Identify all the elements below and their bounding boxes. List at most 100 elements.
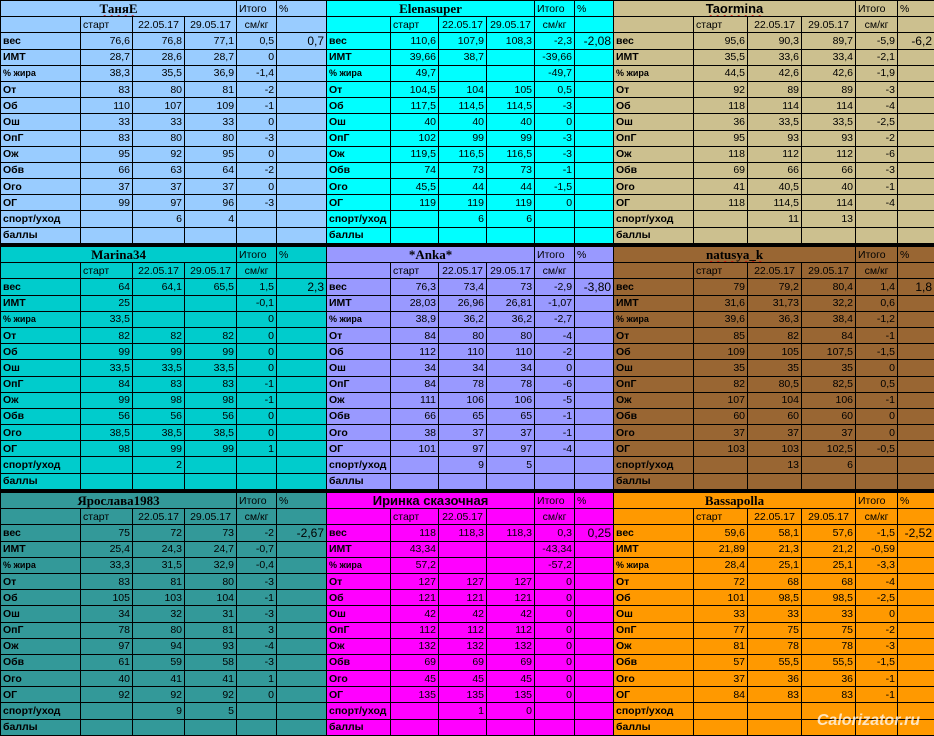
row-label[interactable]: ОГ xyxy=(613,686,694,704)
value-cell[interactable]: -2,1 xyxy=(855,48,898,66)
value-cell[interactable]: 97 xyxy=(485,440,536,458)
value-cell[interactable]: 110,6 xyxy=(390,32,439,50)
value-cell[interactable] xyxy=(276,161,328,180)
value-cell[interactable]: 80 xyxy=(132,621,185,639)
value-cell[interactable]: 106 xyxy=(485,391,536,409)
value-cell[interactable]: 0 xyxy=(236,326,278,345)
column-header[interactable]: см/кг xyxy=(236,508,278,526)
value-cell[interactable]: 33,5 xyxy=(80,310,133,328)
value-cell[interactable]: -3 xyxy=(236,129,278,147)
value-cell[interactable] xyxy=(236,472,278,490)
value-cell[interactable]: 35 xyxy=(747,359,802,377)
row-label[interactable]: ОпГ xyxy=(326,375,391,393)
value-cell[interactable]: 119,5 xyxy=(390,145,439,163)
value-cell[interactable]: 69 xyxy=(693,161,748,180)
value-cell[interactable] xyxy=(897,472,934,490)
column-header[interactable]: старт xyxy=(80,16,133,34)
row-label[interactable]: ОпГ xyxy=(0,621,81,639)
value-cell[interactable]: 35,5 xyxy=(132,64,185,82)
column-header[interactable]: старт xyxy=(80,262,133,280)
empty-header-cell[interactable] xyxy=(574,508,615,526)
value-cell[interactable]: -2 xyxy=(855,621,898,639)
value-cell[interactable] xyxy=(236,210,278,228)
value-cell[interactable] xyxy=(747,718,802,736)
value-cell[interactable]: -1,5 xyxy=(855,653,898,672)
value-cell[interactable] xyxy=(897,359,934,377)
value-cell[interactable] xyxy=(276,424,328,442)
value-cell[interactable]: 33 xyxy=(693,605,748,623)
row-label[interactable]: ИМТ xyxy=(326,48,391,66)
value-cell[interactable] xyxy=(183,294,238,312)
value-cell[interactable]: 56 xyxy=(132,407,185,426)
value-cell[interactable]: 121 xyxy=(390,589,439,607)
row-label[interactable]: Обв xyxy=(0,407,81,426)
value-cell[interactable]: -3,3 xyxy=(855,556,898,574)
value-cell[interactable]: 0 xyxy=(236,145,278,163)
value-cell[interactable]: 21,89 xyxy=(693,540,748,558)
row-label[interactable]: ОГ xyxy=(613,194,694,212)
row-label[interactable]: % жира xyxy=(326,64,391,82)
value-cell[interactable]: 95 xyxy=(693,129,748,147)
column-header[interactable]: см/кг xyxy=(236,16,278,34)
value-cell[interactable]: 114,5 xyxy=(485,97,536,115)
value-cell[interactable] xyxy=(390,472,439,490)
row-label[interactable]: Ош xyxy=(613,113,694,131)
value-cell[interactable] xyxy=(897,210,934,228)
value-cell[interactable] xyxy=(276,113,328,131)
row-label[interactable]: Ого xyxy=(0,178,81,196)
value-cell[interactable]: 82 xyxy=(747,326,802,345)
column-header[interactable]: см/кг xyxy=(534,16,576,34)
row-label[interactable]: От xyxy=(326,326,391,345)
column-header[interactable]: см/кг xyxy=(855,262,899,280)
value-cell[interactable]: 102,5 xyxy=(800,440,857,458)
value-cell[interactable] xyxy=(236,456,278,474)
percent-header[interactable]: % xyxy=(276,491,328,510)
value-cell[interactable]: 105 xyxy=(485,80,536,99)
value-cell[interactable]: 44,5 xyxy=(693,64,748,82)
value-cell[interactable]: 95 xyxy=(80,145,133,163)
value-cell[interactable] xyxy=(276,375,328,393)
value-cell[interactable] xyxy=(747,472,802,490)
row-label[interactable]: Ож xyxy=(326,637,391,655)
value-cell[interactable] xyxy=(276,670,328,688)
value-cell[interactable]: 5 xyxy=(485,456,536,474)
value-cell[interactable] xyxy=(574,440,615,458)
value-cell[interactable]: 135 xyxy=(390,686,439,704)
value-cell[interactable]: 93 xyxy=(801,129,856,147)
participant-name[interactable]: natusya_k xyxy=(612,245,857,264)
value-cell[interactable]: 89 xyxy=(801,80,856,99)
row-label[interactable]: баллы xyxy=(0,226,81,244)
value-cell[interactable]: -1,5 xyxy=(855,343,899,361)
value-cell[interactable] xyxy=(574,653,615,672)
row-label[interactable]: баллы xyxy=(613,718,694,736)
value-cell[interactable]: 112 xyxy=(485,621,536,639)
value-cell[interactable] xyxy=(897,343,934,361)
row-label[interactable]: ИМТ xyxy=(326,294,391,312)
value-cell[interactable]: 99 xyxy=(485,129,536,147)
value-cell[interactable]: 112 xyxy=(390,343,439,361)
value-cell[interactable]: 121 xyxy=(438,589,487,607)
value-cell[interactable]: 93 xyxy=(183,637,238,655)
value-cell[interactable] xyxy=(183,226,238,244)
value-cell[interactable]: -1 xyxy=(236,97,278,115)
value-cell[interactable]: 57 xyxy=(693,653,748,672)
value-cell[interactable] xyxy=(80,702,133,720)
value-cell[interactable]: 83 xyxy=(183,375,238,393)
row-label[interactable]: ОпГ xyxy=(613,129,694,147)
value-cell[interactable] xyxy=(183,718,238,736)
value-cell[interactable] xyxy=(80,718,133,736)
row-label[interactable]: Об xyxy=(326,589,391,607)
value-cell[interactable] xyxy=(897,80,934,99)
value-cell[interactable]: 0 xyxy=(236,178,278,196)
value-cell[interactable]: 0 xyxy=(534,572,576,591)
row-label[interactable]: ОГ xyxy=(0,686,81,704)
value-cell[interactable]: -1 xyxy=(534,407,576,426)
value-cell[interactable]: 80 xyxy=(132,80,185,99)
value-cell[interactable]: 99 xyxy=(438,129,487,147)
value-cell[interactable]: 40 xyxy=(390,113,439,131)
value-cell[interactable]: 103 xyxy=(693,440,748,458)
value-cell[interactable]: 9 xyxy=(438,456,487,474)
value-cell[interactable]: 55,5 xyxy=(801,653,856,672)
value-cell[interactable] xyxy=(534,718,576,736)
value-cell[interactable]: 97 xyxy=(80,637,133,655)
